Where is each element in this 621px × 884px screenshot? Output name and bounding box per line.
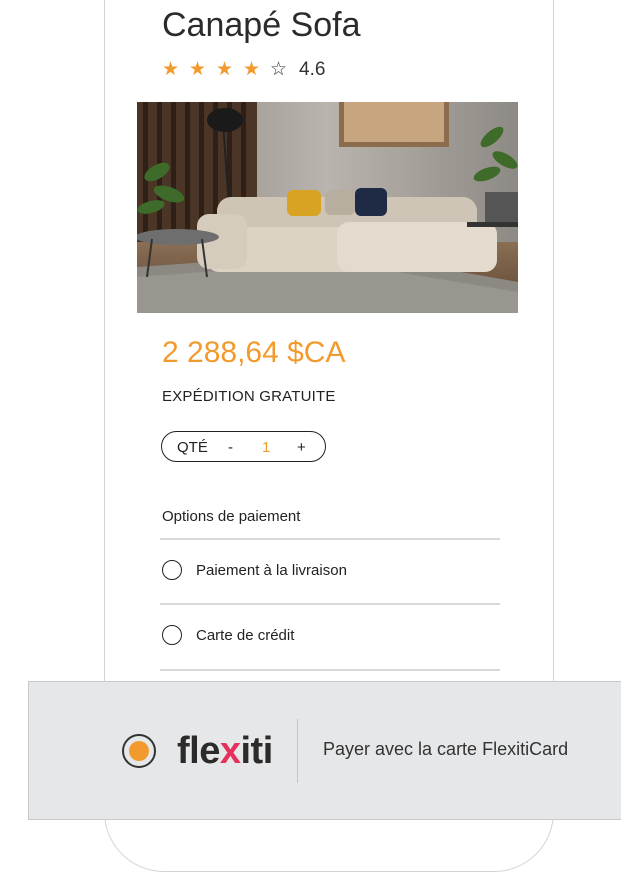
flexiti-payment-option[interactable]: flexiti Payer avec la carte FlexitiCard [28, 681, 621, 820]
shipping-label: EXPÉDITION GRATUITE [162, 388, 336, 405]
product-image [137, 102, 518, 313]
product-price: 2 288,64 $CA [162, 336, 346, 369]
quantity-increment-button[interactable]: + [297, 439, 306, 456]
flexiti-logo-part: iti [240, 730, 274, 772]
banner-divider [297, 719, 298, 783]
quantity-stepper[interactable]: QTÉ - 1 + [161, 431, 326, 462]
quantity-value: 1 [262, 439, 271, 456]
rating-value: 4.6 [299, 59, 326, 80]
quantity-label: QTÉ [177, 439, 208, 456]
product-title: Canapé Sofa [162, 6, 361, 44]
quantity-decrement-button[interactable]: - [228, 439, 233, 456]
flexiti-banner-text: Payer avec la carte FlexitiCard [323, 739, 569, 759]
payment-option-label: Carte de crédit [196, 626, 295, 644]
radio-button[interactable] [162, 625, 182, 645]
divider [160, 669, 500, 671]
radio-button[interactable] [162, 560, 182, 580]
star-empty-icon: ☆ [270, 59, 288, 80]
divider [160, 538, 500, 540]
divider [160, 603, 500, 605]
star-filled-icon: ★ [243, 59, 261, 80]
flexiti-logo: flexiti [177, 726, 273, 776]
payment-options-heading: Options de paiement [162, 508, 301, 525]
flexiti-logo-part: fle [177, 730, 220, 772]
radio-button-selected[interactable] [122, 734, 156, 768]
flexiti-logo-x: x [219, 730, 241, 772]
payment-option-credit-card[interactable]: Carte de crédit [162, 625, 294, 645]
star-filled-icon: ★ [189, 59, 207, 80]
payment-option-cash-on-delivery[interactable]: Paiement à la livraison [162, 560, 347, 580]
star-filled-icon: ★ [162, 59, 180, 80]
product-rating: ★ ★ ★ ★ ☆ 4.6 [162, 58, 325, 82]
payment-option-label: Paiement à la livraison [196, 561, 347, 579]
star-filled-icon: ★ [216, 59, 234, 80]
